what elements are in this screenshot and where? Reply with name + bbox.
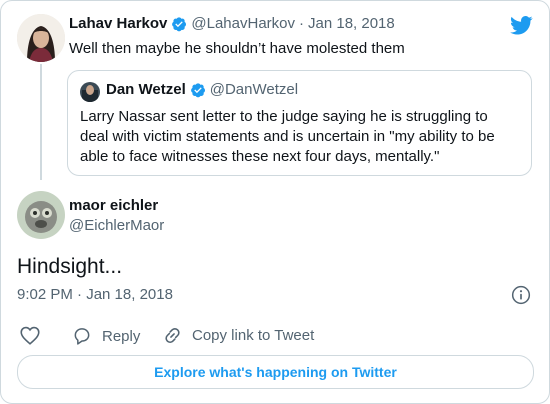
quoted-tweet[interactable]: Dan Wetzel @DanWetzel Larry Nassar sent … — [67, 70, 532, 176]
parent-tweet-header: Lahav Harkov @LahavHarkov · Jan 18, 2018 — [69, 15, 395, 32]
author-name[interactable]: Lahav Harkov — [69, 15, 167, 32]
avatar-photo — [17, 191, 65, 239]
main-author-name[interactable]: maor eichler — [69, 197, 158, 214]
verified-badge-icon — [190, 82, 205, 97]
explore-twitter-button[interactable]: Explore what's happening on Twitter — [17, 355, 534, 389]
link-icon — [165, 327, 180, 344]
avatar-photo — [80, 82, 100, 102]
separator-dot: · — [299, 15, 304, 32]
quoted-tweet-header: Dan Wetzel @DanWetzel — [106, 81, 298, 98]
quoted-author-name: Dan Wetzel — [106, 81, 186, 98]
thread-connector-line — [40, 64, 42, 180]
quoted-author-handle: @DanWetzel — [209, 81, 299, 98]
tweet-date[interactable]: Jan 18, 2018 — [308, 15, 395, 32]
avatar-photo — [17, 14, 65, 62]
main-author-handle[interactable]: @EichlerMaor — [69, 217, 164, 234]
avatar-lahav-harkov[interactable] — [17, 14, 65, 62]
quoted-tweet-text: Larry Nassar sent letter to the judge sa… — [80, 108, 495, 165]
tweet-timestamp[interactable]: 9:02 PM · Jan 18, 2018 — [17, 286, 173, 303]
reply-label: Reply — [102, 327, 141, 345]
heart-icon[interactable] — [20, 326, 40, 345]
explore-label: Explore what's happening on Twitter — [154, 364, 397, 380]
avatar-maor-eichler[interactable] — [17, 191, 65, 239]
author-handle[interactable]: @LahavHarkov — [191, 15, 295, 32]
info-icon[interactable] — [511, 285, 531, 305]
twitter-bird-icon[interactable] — [510, 16, 533, 35]
copy-link-label: Copy link to Tweet — [192, 327, 315, 344]
parent-tweet-text: Well then maybe he shouldn’t have molest… — [69, 40, 405, 57]
copy-link-button[interactable]: Copy link to Tweet — [163, 326, 314, 345]
reply-icon — [74, 328, 90, 345]
reply-button[interactable]: Reply — [72, 326, 140, 346]
avatar-dan-wetzel — [80, 82, 100, 102]
verified-badge-icon — [172, 16, 187, 31]
main-tweet-text: Hindsight... — [17, 255, 123, 278]
